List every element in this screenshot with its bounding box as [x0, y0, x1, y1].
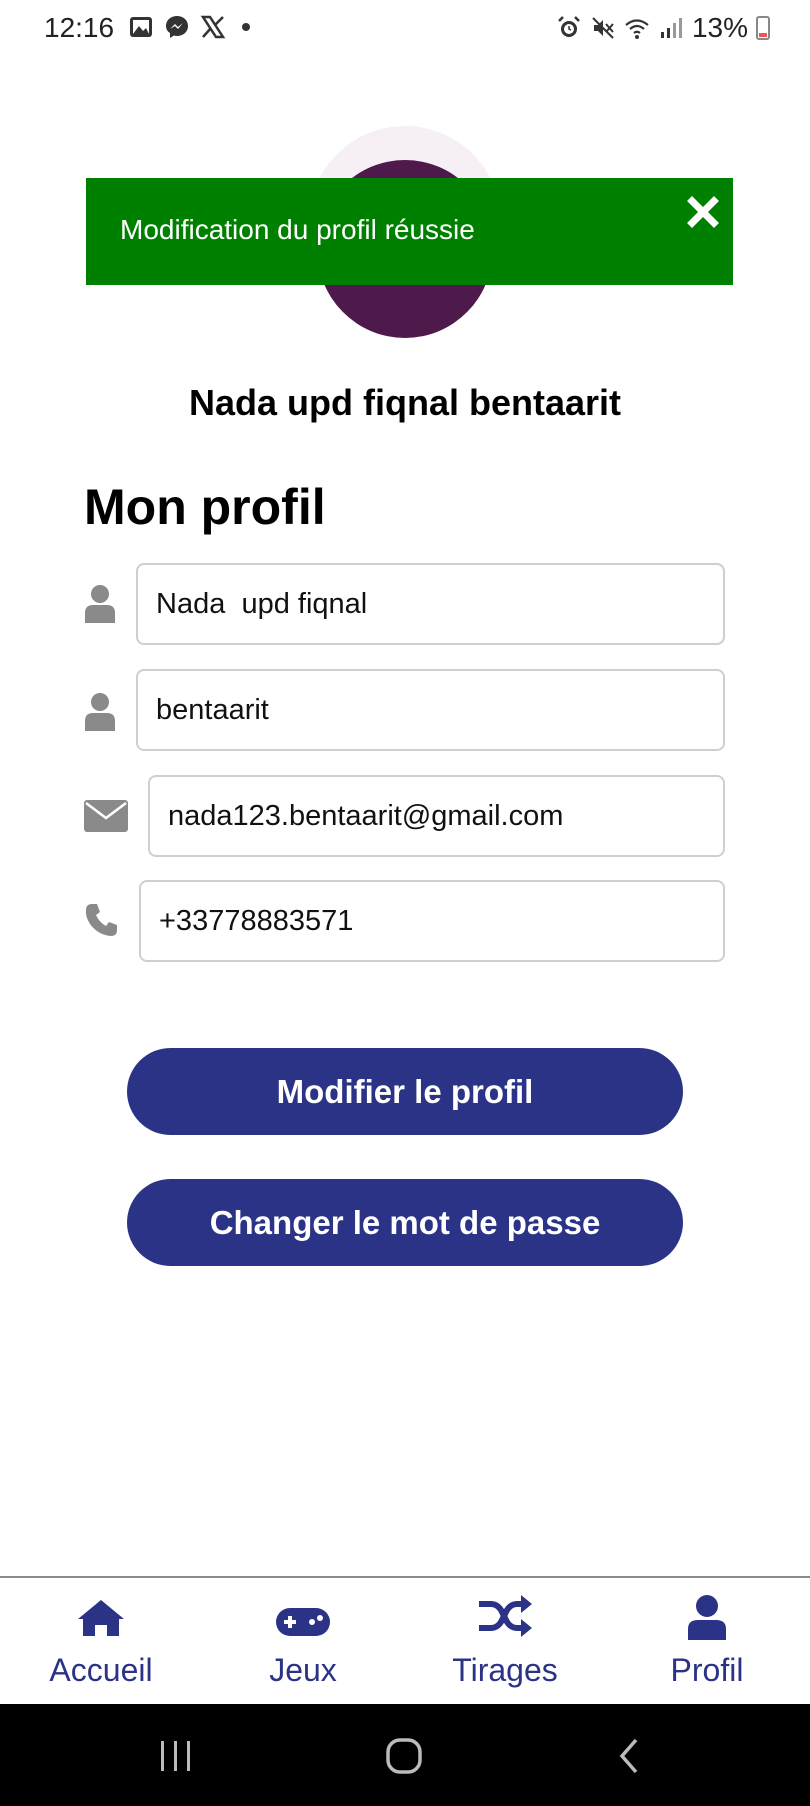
messenger-icon	[166, 16, 188, 38]
page-title: Mon profil	[84, 479, 326, 535]
nav-item-accueil[interactable]: Accueil	[0, 1578, 202, 1706]
dot-icon	[242, 23, 250, 31]
signal-icon	[660, 18, 682, 38]
system-icons: 13%	[556, 12, 770, 44]
close-icon[interactable]	[683, 192, 723, 232]
shuffle-icon	[479, 1595, 532, 1637]
back-icon[interactable]	[616, 1738, 644, 1774]
alarm-icon	[558, 16, 580, 37]
profile-full-name: Nada upd fiqnal bentaarit	[188, 382, 622, 423]
wifi-icon	[625, 19, 649, 39]
toast-message: Modification du profil réussie	[120, 214, 475, 245]
recent-apps-icon[interactable]	[158, 1740, 194, 1772]
nav-item-tirages[interactable]: Tirages	[404, 1578, 606, 1706]
bottom-navigation: Accueil Jeux Tirages Profil	[0, 1576, 810, 1706]
status-time: 12:16	[44, 12, 115, 43]
system-navigation-bar	[0, 1704, 810, 1806]
nav-label: Accueil	[49, 1652, 153, 1688]
success-toast: Modification du profil réussie	[86, 178, 733, 285]
user-icon	[85, 585, 115, 623]
envelope-icon	[84, 800, 128, 832]
gallery-icon	[130, 17, 152, 37]
nav-label: Jeux	[269, 1652, 337, 1688]
user-icon	[688, 1595, 726, 1640]
nav-label: Tirages	[452, 1652, 558, 1688]
first-name-field[interactable]	[136, 563, 725, 645]
last-name-field[interactable]	[136, 669, 725, 751]
edit-profile-button[interactable]: Modifier le profil	[127, 1048, 683, 1135]
phone-icon	[85, 904, 117, 936]
phone-field[interactable]	[139, 880, 725, 962]
status-bar: 12:16 13%	[0, 0, 810, 56]
home-icon	[78, 1600, 124, 1636]
battery-level: 13%	[691, 12, 748, 43]
x-icon	[200, 15, 226, 39]
user-icon	[85, 693, 115, 731]
change-password-button[interactable]: Changer le mot de passe	[127, 1179, 683, 1266]
nav-item-jeux[interactable]: Jeux	[202, 1578, 404, 1706]
nav-item-profil[interactable]: Profil	[606, 1578, 808, 1706]
mute-icon	[592, 17, 614, 39]
notification-icons	[128, 14, 250, 40]
email-field[interactable]	[148, 775, 725, 857]
battery-icon	[756, 16, 770, 40]
gamepad-icon	[276, 1608, 330, 1636]
nav-label: Profil	[670, 1652, 744, 1688]
home-button-icon[interactable]	[384, 1736, 424, 1776]
